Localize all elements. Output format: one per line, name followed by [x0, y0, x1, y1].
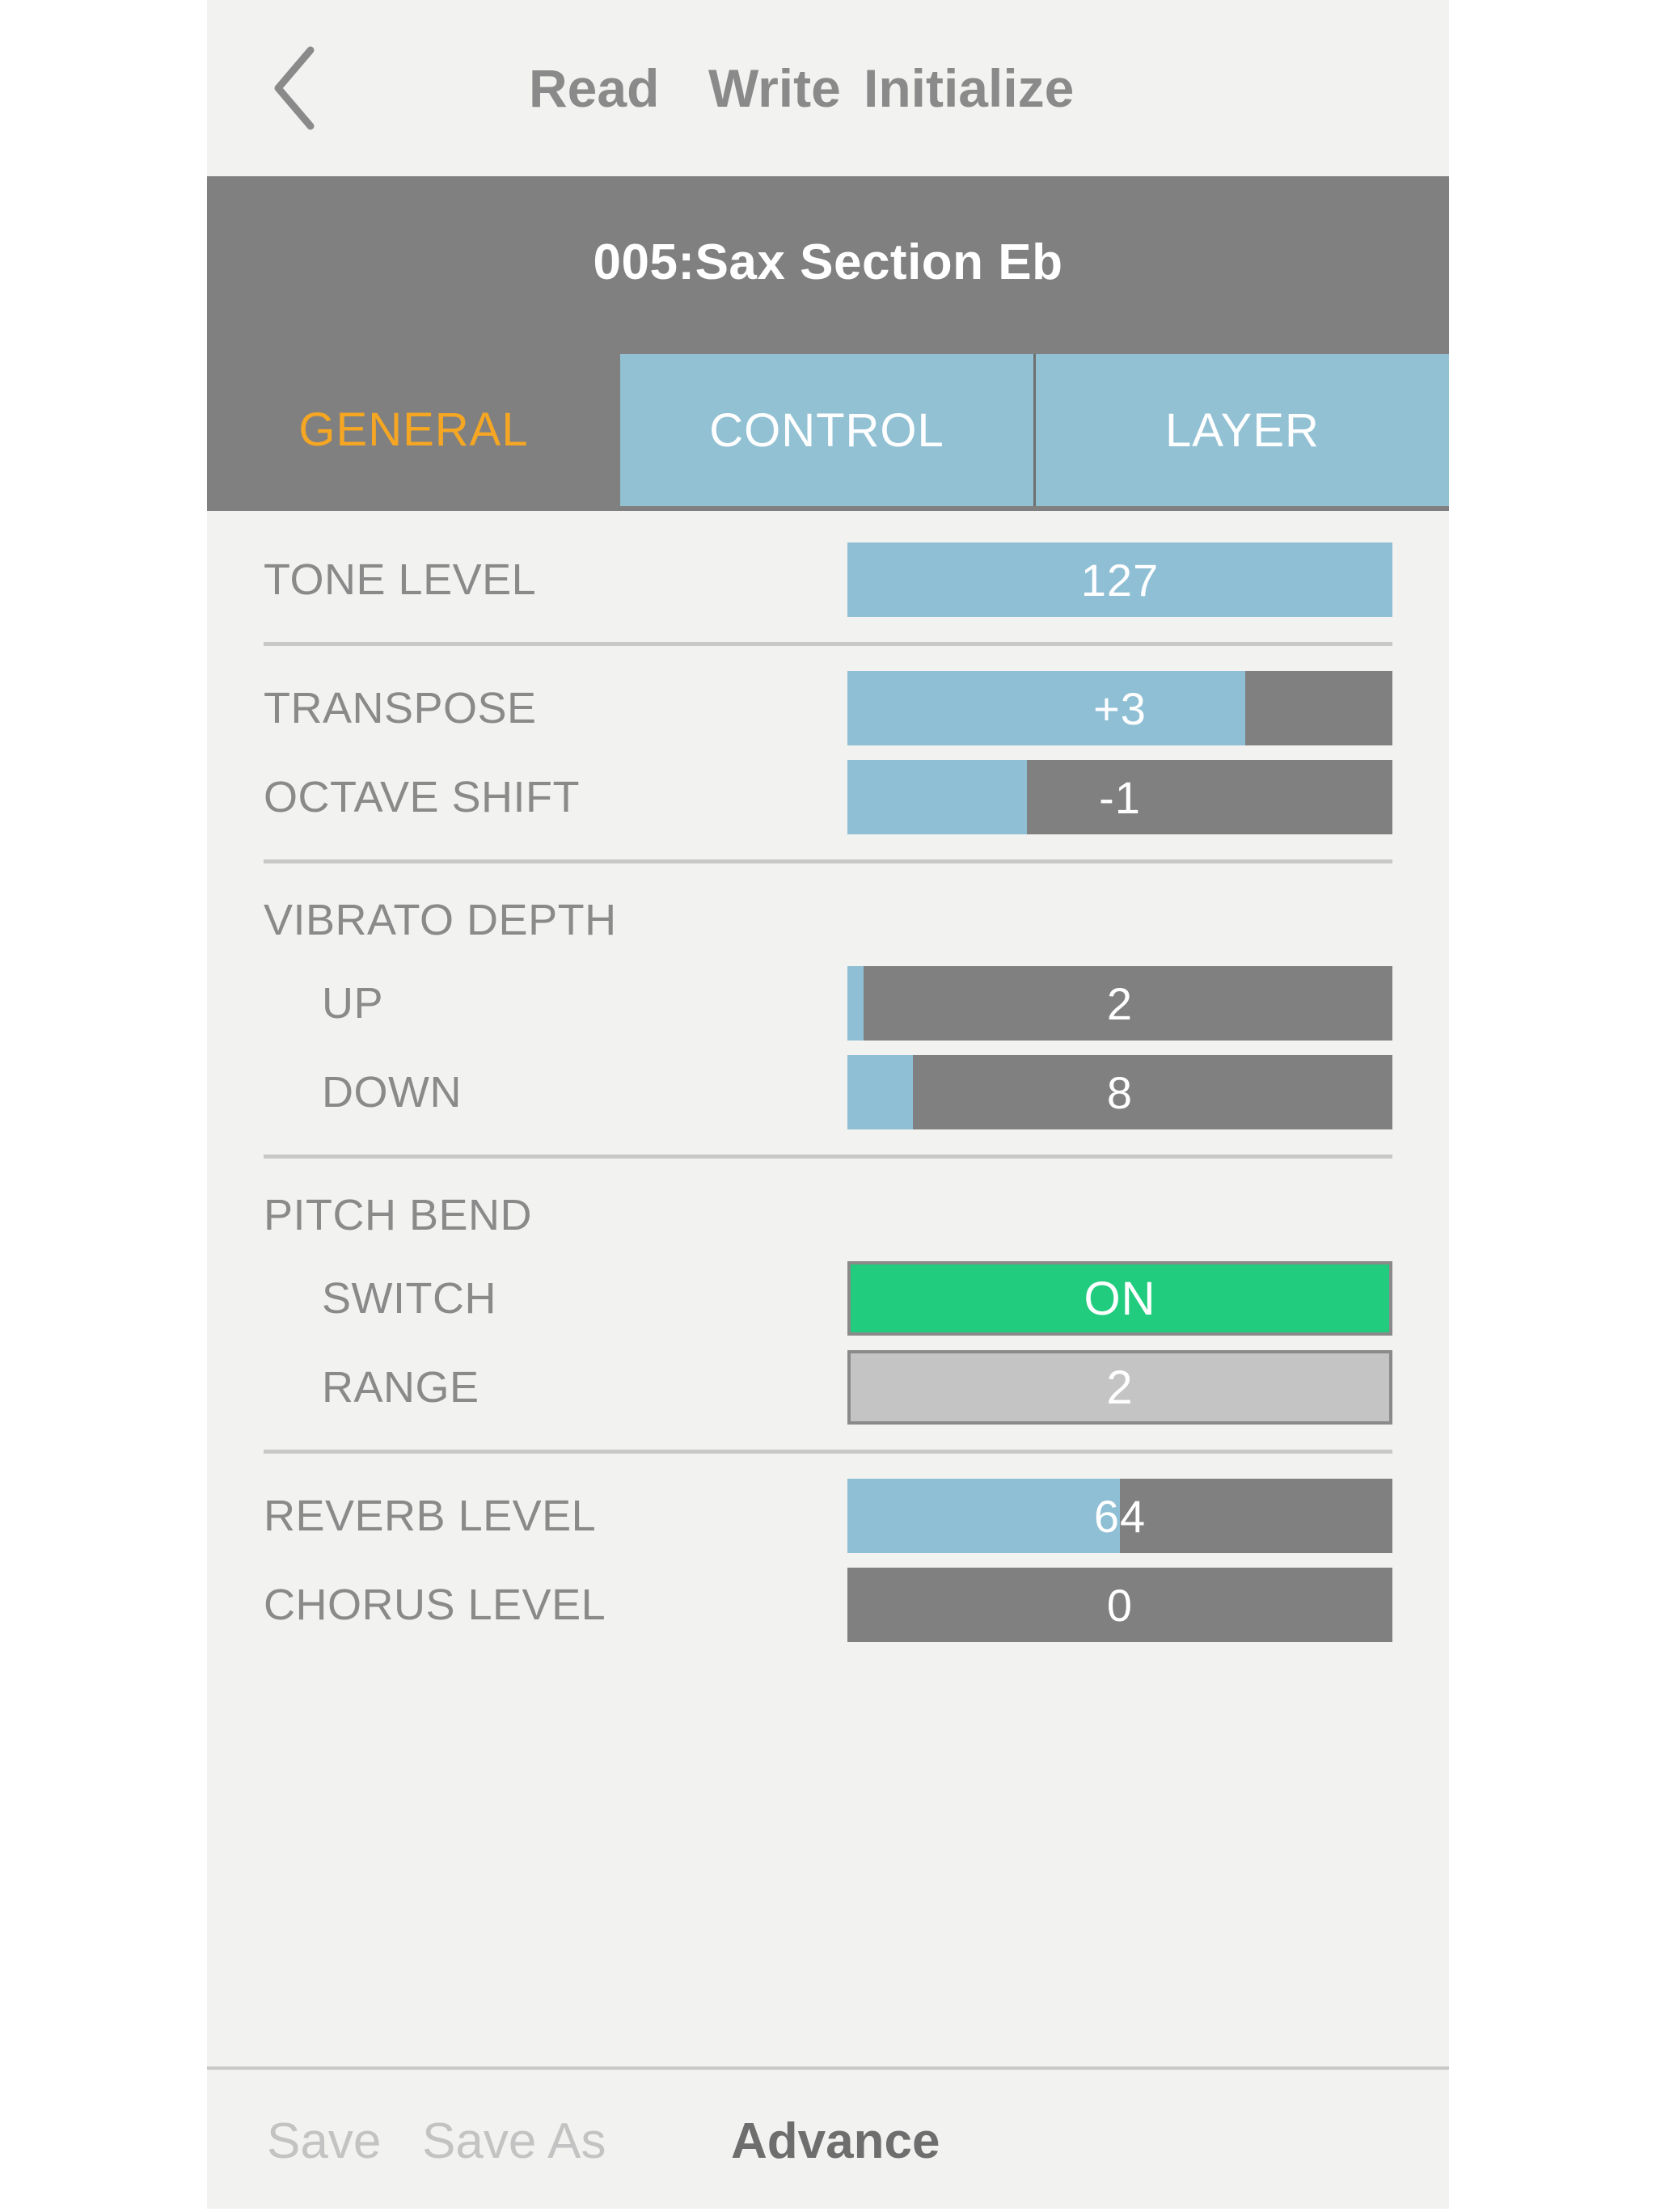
- chorus-level-label: CHORUS LEVEL: [264, 1581, 606, 1629]
- vibrato-down-slider[interactable]: 8: [847, 1055, 1392, 1129]
- save-as-button[interactable]: Save As: [422, 2070, 606, 2212]
- octave-shift-label: OCTAVE SHIFT: [264, 773, 581, 821]
- write-button[interactable]: Write: [708, 0, 841, 176]
- group-vibrato-depth: VIBRATO DEPTH: [207, 881, 1449, 959]
- pitch-bend-range-stepper[interactable]: 2: [847, 1350, 1392, 1425]
- tab-layer[interactable]: LAYER: [1033, 354, 1449, 506]
- vibrato-down-label: DOWN: [322, 1068, 462, 1117]
- save-button[interactable]: Save: [267, 2070, 381, 2212]
- pitch-bend-range-value: 2: [1106, 1361, 1134, 1414]
- transpose-label: TRANSPOSE: [264, 684, 537, 732]
- row-transpose: TRANSPOSE +3: [207, 664, 1449, 753]
- pitch-bend-switch-value: ON: [1084, 1272, 1156, 1325]
- advance-button[interactable]: Advance: [731, 2070, 940, 2212]
- chorus-level-slider[interactable]: 0: [847, 1568, 1392, 1642]
- tab-bar: GENERAL CONTROL LAYER: [207, 348, 1449, 511]
- vibrato-depth-label: VIBRATO DEPTH: [264, 896, 617, 944]
- reverb-level-value: 64: [1093, 1490, 1147, 1542]
- vibrato-up-slider[interactable]: 2: [847, 966, 1392, 1041]
- chorus-level-value: 0: [1106, 1579, 1134, 1631]
- initialize-button[interactable]: Initialize: [864, 0, 1074, 176]
- tab-layer-label: LAYER: [1165, 403, 1320, 457]
- parameter-list: TONE LEVEL 127 TRANSPOSE +3 OCTAVE SHIFT…: [207, 511, 1449, 2066]
- vibrato-up-label: UP: [322, 979, 384, 1028]
- tab-general[interactable]: GENERAL: [207, 348, 620, 511]
- row-vibrato-down: DOWN 8: [207, 1048, 1449, 1137]
- octave-shift-value: -1: [1099, 771, 1141, 823]
- page-title: 005:Sax Section Eb: [593, 234, 1063, 290]
- transpose-value: +3: [1093, 682, 1147, 734]
- patch-editor-panel: Read Write Initialize 005:Sax Section Eb…: [207, 0, 1449, 2209]
- row-reverb-level: REVERB LEVEL 64: [207, 1471, 1449, 1560]
- tab-control-label: CONTROL: [709, 403, 944, 457]
- row-pitch-bend-range: RANGE 2: [207, 1343, 1449, 1432]
- octave-shift-slider[interactable]: -1: [847, 760, 1392, 834]
- tone-level-slider[interactable]: 127: [847, 542, 1392, 617]
- pitch-bend-range-label: RANGE: [322, 1363, 479, 1412]
- bottom-toolbar: Save Save As Advance: [207, 2066, 1449, 2209]
- group-pitch-bend: PITCH BEND: [207, 1176, 1449, 1254]
- row-chorus-level: CHORUS LEVEL 0: [207, 1560, 1449, 1649]
- row-octave-shift: OCTAVE SHIFT -1: [207, 753, 1449, 842]
- tone-level-label: TONE LEVEL: [264, 555, 537, 604]
- vibrato-up-value: 2: [1106, 977, 1134, 1029]
- reverb-level-label: REVERB LEVEL: [264, 1492, 597, 1540]
- chevron-left-icon: [270, 44, 322, 133]
- transpose-slider[interactable]: +3: [847, 671, 1392, 745]
- tab-general-label: GENERAL: [298, 403, 529, 456]
- tone-level-value: 127: [1080, 554, 1160, 606]
- row-vibrato-up: UP 2: [207, 959, 1449, 1048]
- patch-title-bar: 005:Sax Section Eb: [207, 176, 1449, 348]
- top-navigation-bar: Read Write Initialize: [207, 0, 1449, 176]
- row-tone-level: TONE LEVEL 127: [207, 535, 1449, 624]
- pitch-bend-label: PITCH BEND: [264, 1191, 533, 1239]
- row-pitch-bend-switch: SWITCH ON: [207, 1254, 1449, 1343]
- pitch-bend-switch-toggle[interactable]: ON: [847, 1261, 1392, 1336]
- vibrato-down-value: 8: [1106, 1066, 1134, 1118]
- pitch-bend-switch-label: SWITCH: [322, 1274, 496, 1323]
- reverb-level-slider[interactable]: 64: [847, 1479, 1392, 1553]
- tab-control[interactable]: CONTROL: [620, 354, 1033, 506]
- read-button[interactable]: Read: [529, 0, 659, 176]
- back-button[interactable]: [239, 0, 353, 176]
